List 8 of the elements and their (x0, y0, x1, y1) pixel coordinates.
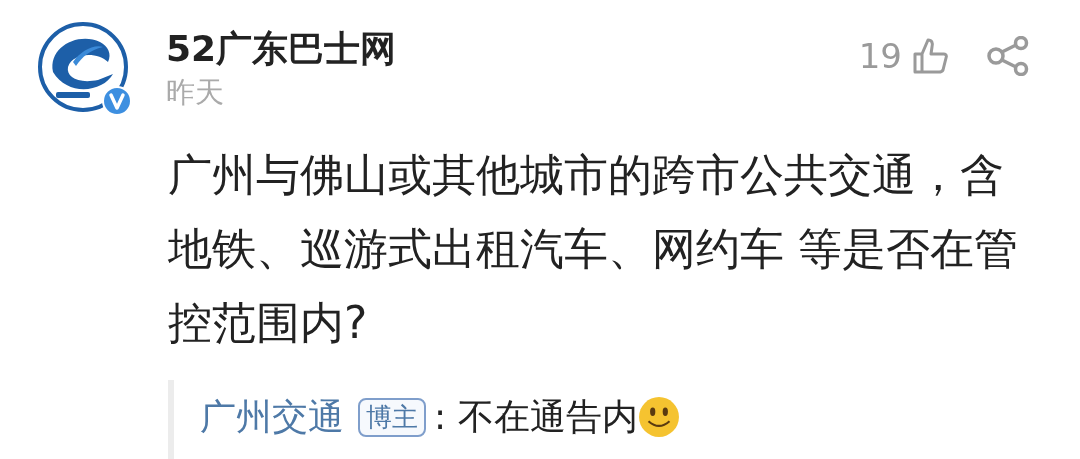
share-icon[interactable] (986, 36, 1030, 76)
author-name[interactable]: 52广东巴士网 (166, 26, 397, 72)
like-count: 19 (858, 36, 902, 76)
reply-text: : 不在通告内 (434, 394, 638, 439)
blogger-tag: 博主 (358, 397, 426, 437)
post-text: 广州与佛山或其他城市的跨市公共交通，含地铁、巡游式出租汽车、网约车 等是否在管控范围内? (168, 148, 1019, 350)
post-time: 昨天 (166, 74, 225, 111)
reply-author-link[interactable]: 广州交通 (200, 392, 344, 442)
